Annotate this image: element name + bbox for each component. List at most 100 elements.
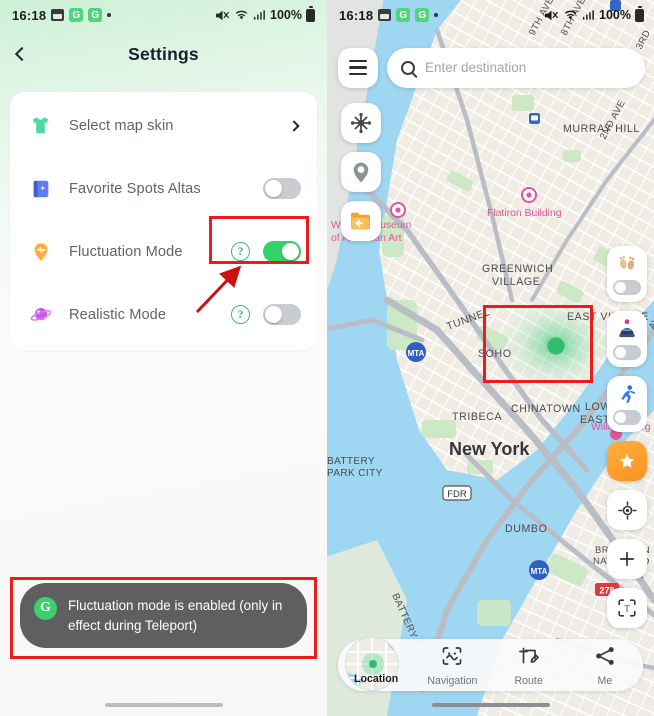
- toggle-knob: [282, 243, 299, 260]
- folder-back-icon[interactable]: [341, 201, 381, 241]
- search-input[interactable]: Enter destination: [387, 47, 645, 88]
- settings-row-control[interactable]: [288, 119, 301, 132]
- nav-label-route: Route: [514, 674, 543, 687]
- svg-text:Flatiron Building: Flatiron Building: [487, 208, 562, 219]
- car-tool[interactable]: [607, 311, 647, 367]
- hamburger-menu-icon[interactable]: [338, 47, 378, 88]
- home-indicator-right: [431, 703, 550, 707]
- tshirt-icon: [28, 113, 53, 138]
- settings-row-control[interactable]: ?: [231, 304, 301, 325]
- svg-text:MTA: MTA: [408, 349, 425, 358]
- fluctuation-mode-toggle[interactable]: [263, 241, 301, 262]
- settings-header: Settings: [0, 30, 327, 78]
- svg-text:FDR: FDR: [447, 489, 467, 500]
- settings-row-select-map-skin[interactable]: Select map skin: [10, 94, 317, 157]
- map-right-tools: T: [607, 246, 647, 637]
- status-time: 16:18: [12, 7, 47, 23]
- route-scan-icon: [440, 644, 464, 673]
- status-bar-left: 16:18 G G 100%: [0, 0, 327, 30]
- nav-item-navigation[interactable]: Navigation: [414, 639, 490, 691]
- svg-text:VILLAGE: VILLAGE: [492, 276, 540, 288]
- share-icon: [593, 644, 617, 673]
- nav-label-me: Me: [597, 674, 613, 687]
- nav-label-navigation: Navigation: [427, 674, 478, 687]
- toast-notification: G Fluctuation mode is enabled (only in e…: [20, 583, 307, 648]
- search-placeholder: Enter destination: [425, 60, 527, 75]
- runner-toggle[interactable]: [613, 410, 641, 425]
- nav-item-location[interactable]: Location: [338, 637, 414, 691]
- nav-label-location: Location: [354, 673, 399, 685]
- app-logo-icon: G: [34, 597, 57, 621]
- page-title: Settings: [128, 43, 199, 64]
- toast-message: Fluctuation mode is enabled (only in eff…: [68, 598, 283, 633]
- help-icon[interactable]: ?: [231, 242, 250, 261]
- footprints-toggle[interactable]: [613, 280, 641, 295]
- joystick-icon[interactable]: [341, 103, 381, 143]
- svg-text:MURRAY HILL: MURRAY HILL: [563, 123, 640, 135]
- signal-icon: [582, 10, 594, 20]
- chevron-right-icon[interactable]: [288, 119, 300, 132]
- settings-row-favorite-spots-altas[interactable]: Favorite Spots Altas: [10, 157, 317, 220]
- scan-text-icon[interactable]: T: [607, 588, 647, 628]
- app-badge-g1: G: [396, 8, 411, 22]
- map-top-bar: Enter destination: [338, 47, 645, 88]
- realistic-mode-toggle[interactable]: [263, 304, 301, 325]
- back-button[interactable]: [0, 32, 44, 76]
- status-right-cluster: 100%: [544, 6, 644, 22]
- dot-indicator: [107, 13, 111, 17]
- star-favorite-icon[interactable]: [607, 441, 647, 481]
- svg-text:DUMBO: DUMBO: [505, 523, 547, 535]
- car-toggle[interactable]: [613, 345, 641, 360]
- mute-icon: [545, 10, 559, 20]
- app-badge-g2: G: [415, 8, 430, 22]
- settings-row-label: Favorite Spots Altas: [69, 180, 201, 197]
- map-left-tools: [341, 103, 381, 250]
- battery-icon: [635, 6, 644, 22]
- footprints-tool[interactable]: [607, 246, 647, 302]
- settings-row-control[interactable]: ?: [231, 241, 301, 262]
- home-indicator-left: [104, 703, 223, 707]
- locate-me-icon[interactable]: [607, 490, 647, 530]
- settings-row-realistic-mode[interactable]: Realistic Mode ?: [10, 283, 317, 346]
- app-badge-g1: G: [69, 8, 84, 22]
- toggle-knob: [615, 412, 626, 423]
- screenshot-root: 16:18 G G 100% Settings Select map skin …: [0, 0, 654, 716]
- planet-icon: [28, 302, 53, 327]
- runner-icon: [621, 385, 635, 404]
- settings-row-label: Realistic Mode: [69, 306, 167, 323]
- svg-text:New York: New York: [449, 439, 530, 459]
- svg-text:CHINATOWN: CHINATOWN: [511, 403, 581, 415]
- runner-tool[interactable]: [607, 376, 647, 432]
- settings-row-label: Fluctuation Mode: [69, 243, 183, 260]
- nav-item-me[interactable]: Me: [567, 639, 643, 691]
- app-badge-g2: G: [88, 8, 103, 22]
- svg-text:MTA: MTA: [531, 567, 548, 576]
- status-time: 16:18: [339, 7, 374, 23]
- settings-row-fluctuation-mode[interactable]: Fluctuation Mode ?: [10, 220, 317, 283]
- book-icon: [28, 176, 53, 201]
- settings-panel: 16:18 G G 100% Settings Select map skin …: [0, 0, 327, 716]
- gallery-icon: [378, 9, 392, 21]
- zoom-in-icon[interactable]: [607, 539, 647, 579]
- battery-icon: [306, 6, 315, 22]
- svg-text:GREENWICH: GREENWICH: [482, 263, 553, 275]
- wifi-icon: [564, 10, 577, 20]
- svg-text:BATTERY: BATTERY: [327, 456, 375, 467]
- pin-gray-icon[interactable]: [341, 152, 381, 192]
- nav-item-route[interactable]: Route: [491, 639, 567, 691]
- settings-row-control[interactable]: [263, 178, 301, 199]
- signal-icon: [253, 10, 265, 20]
- favorite-spots-toggle[interactable]: [263, 178, 301, 199]
- help-icon[interactable]: ?: [231, 305, 250, 324]
- status-right-cluster: 100%: [215, 6, 315, 22]
- car-icon: [619, 319, 635, 338]
- settings-row-label: Select map skin: [69, 117, 174, 134]
- toggle-knob: [265, 180, 282, 197]
- settings-card: Select map skin Favorite Spots Altas Flu…: [10, 92, 317, 350]
- status-bar-right: 16:18 G G 100%: [327, 0, 654, 30]
- battery-percent: 100%: [599, 8, 631, 22]
- svg-text:PARK CITY: PARK CITY: [327, 468, 383, 479]
- svg-text:T: T: [624, 604, 630, 614]
- toggle-knob: [265, 306, 282, 323]
- wifi-icon: [235, 10, 248, 20]
